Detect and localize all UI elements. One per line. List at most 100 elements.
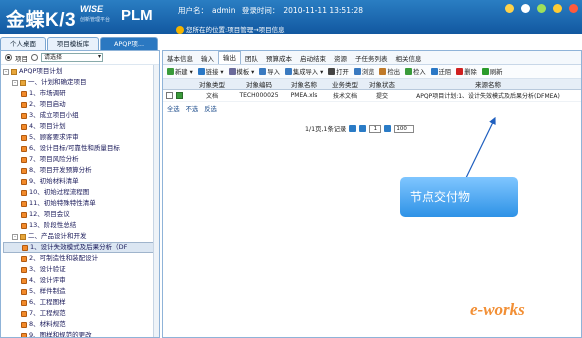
help-icon[interactable] xyxy=(521,4,530,13)
tree-node-label: 一、计划和确定项目 xyxy=(28,78,87,86)
checkin-button[interactable]: 检入 xyxy=(403,67,428,76)
info-icon[interactable] xyxy=(553,4,562,13)
tree-node[interactable]: 3、设计验证 xyxy=(3,264,157,275)
refresh-button[interactable]: 刷新 xyxy=(480,67,505,76)
subtab-4[interactable]: 团队 xyxy=(241,53,262,63)
browse-button[interactable]: 浏览 xyxy=(352,67,377,76)
tools-icon[interactable] xyxy=(505,4,514,13)
brand-logo: 金蝶K/3 xyxy=(6,10,77,31)
login-time: 2010-11-11 13:51:28 xyxy=(283,6,364,15)
breadcrumb-path[interactable]: 项目管理→项目信息 xyxy=(227,26,284,34)
tree-node-label: 二、产品设计和开发 xyxy=(28,232,87,240)
batch-import-button[interactable]: 集成导入 ▾ xyxy=(283,67,325,76)
tree-node[interactable]: 2、可制造性和装配设计 xyxy=(3,253,157,264)
import-button[interactable]: 导入 xyxy=(257,67,282,76)
next-page-icon[interactable] xyxy=(384,125,392,132)
tree-node[interactable]: 12、项目会议 xyxy=(3,209,157,220)
task-icon xyxy=(21,112,27,119)
tab-2[interactable]: 项目模板库 xyxy=(47,37,99,50)
column-header[interactable]: 对象名称 xyxy=(281,79,325,89)
invert-selection-link[interactable]: 反选 xyxy=(204,104,217,113)
tree-node[interactable]: 6、工程图样 xyxy=(3,297,157,308)
page-number-input[interactable]: 1 xyxy=(369,124,382,133)
radio-project[interactable] xyxy=(5,54,12,61)
tree-node[interactable]: 5、样件制造 xyxy=(3,286,157,297)
first-page-icon[interactable] xyxy=(349,125,357,132)
subtab-8[interactable]: 子任务列表 xyxy=(351,53,392,63)
tree-node[interactable]: 3、成立项目小组 xyxy=(3,110,157,121)
subtab-3[interactable]: 输出 xyxy=(218,51,241,64)
radio-project-label: 项目 xyxy=(15,54,28,63)
checkout-button[interactable]: 检出 xyxy=(377,67,402,76)
subtab-9[interactable]: 相关信息 xyxy=(392,53,426,63)
login-label: 登录时间： xyxy=(241,6,280,15)
toolbar-label: 刷新 xyxy=(489,69,503,76)
tree-node[interactable]: 9、初始材料清单 xyxy=(3,176,157,187)
toolbar-label: 新建 ▾ xyxy=(175,69,193,76)
tab-3[interactable]: APQP项... xyxy=(100,37,158,50)
select-none-link[interactable]: 不选 xyxy=(186,104,199,113)
subtab-1[interactable]: 基本信息 xyxy=(163,53,197,63)
project-tree-panel: 项目 请选择 -APQP项目计划-一、计划和确定项目1、市场调研2、项目启动3、… xyxy=(0,50,160,338)
tree-node-label: 6、设计目标/可靠性和质量目标 xyxy=(29,144,120,152)
collapse-icon[interactable]: - xyxy=(12,233,18,240)
new-icon xyxy=(167,68,174,75)
tree-node[interactable]: - 二、产品设计和开发 xyxy=(3,231,157,242)
tree-node[interactable]: 11、初始特殊特性清单 xyxy=(3,198,157,209)
tree-scrollbar[interactable] xyxy=(153,65,159,337)
tree-node[interactable]: 5、顾客要求评审 xyxy=(3,132,157,143)
tab-1[interactable]: 个人桌面 xyxy=(0,37,46,50)
subtab-2[interactable]: 输入 xyxy=(197,53,218,63)
template-icon xyxy=(228,68,236,75)
tree-node[interactable]: 4、项目计划 xyxy=(3,121,157,132)
subtab-7[interactable]: 资源 xyxy=(330,53,351,63)
tree-node[interactable]: 2、项目启动 xyxy=(3,99,157,110)
tree-node[interactable]: 4、设计评审 xyxy=(3,275,157,286)
tree-node[interactable]: 1、市场调研 xyxy=(3,88,157,99)
tree-node[interactable]: 10、初始过程流程图 xyxy=(3,187,157,198)
column-header[interactable]: 来源名称 xyxy=(399,79,575,89)
column-header[interactable]: 业务类型 xyxy=(325,79,363,89)
tree-node[interactable]: - APQP项目计划 xyxy=(3,66,157,77)
refresh-icon[interactable] xyxy=(537,4,546,13)
tree-node[interactable]: 1、设计失效模式及后果分析（DF xyxy=(3,242,157,253)
tree-node[interactable]: 7、项目风险分析 xyxy=(3,154,157,165)
tree-node[interactable]: 13、阶段性总结 xyxy=(3,220,157,231)
column-header[interactable]: 对象编码 xyxy=(235,79,281,89)
delete-button[interactable]: 删除 xyxy=(454,67,479,76)
new-button[interactable]: 新建 ▾ xyxy=(165,67,195,76)
checkout-icon xyxy=(379,68,387,75)
tree-node[interactable]: 8、项目开发预算分析 xyxy=(3,165,157,176)
row-checkbox[interactable] xyxy=(166,92,173,99)
task-icon xyxy=(21,288,27,295)
move-button[interactable]: 迁阻 xyxy=(429,67,454,76)
pager-summary: 1/1页,1条记录 xyxy=(305,126,347,133)
table-row[interactable]: 文档 TECH000025 PMEA.xls 技术文档 提交 APQP项目计划:1、设计失… xyxy=(163,90,581,102)
subtab-5[interactable]: 预算成本 xyxy=(262,53,296,63)
collapse-icon[interactable]: - xyxy=(12,79,18,86)
page-size-select[interactable]: 100 xyxy=(394,124,415,133)
tree-node[interactable]: 7、工程规范 xyxy=(3,308,157,319)
project-select[interactable]: 请选择 xyxy=(41,53,103,62)
link-button[interactable]: 链接 ▾ xyxy=(196,67,226,76)
task-icon xyxy=(21,266,27,273)
open-button[interactable]: 打开 xyxy=(326,67,351,76)
tree-node[interactable]: 6、设计目标/可靠性和质量目标 xyxy=(3,143,157,154)
collapse-icon[interactable]: - xyxy=(3,68,9,75)
power-icon[interactable] xyxy=(569,4,578,13)
tree-node[interactable]: 8、材料规范 xyxy=(3,319,157,330)
toolbar-label: 链接 ▾ xyxy=(205,69,224,76)
select-all-link[interactable]: 全选 xyxy=(167,104,180,113)
column-header[interactable]: 对象状态 xyxy=(363,79,399,89)
subtab-6[interactable]: 启动结束 xyxy=(296,53,330,63)
column-header[interactable]: 对象类型 xyxy=(187,79,235,89)
table-cell: 技术文档 xyxy=(332,93,357,100)
tree-node[interactable]: 9、图样和规范的更改 xyxy=(3,330,157,337)
radio-other[interactable] xyxy=(31,54,38,61)
template-button[interactable]: 模板 ▾ xyxy=(227,67,257,76)
task-icon xyxy=(21,277,27,284)
task-icon xyxy=(21,332,27,337)
prev-page-icon[interactable] xyxy=(359,125,367,132)
task-icon xyxy=(21,145,27,152)
tree-node[interactable]: - 一、计划和确定项目 xyxy=(3,77,157,88)
